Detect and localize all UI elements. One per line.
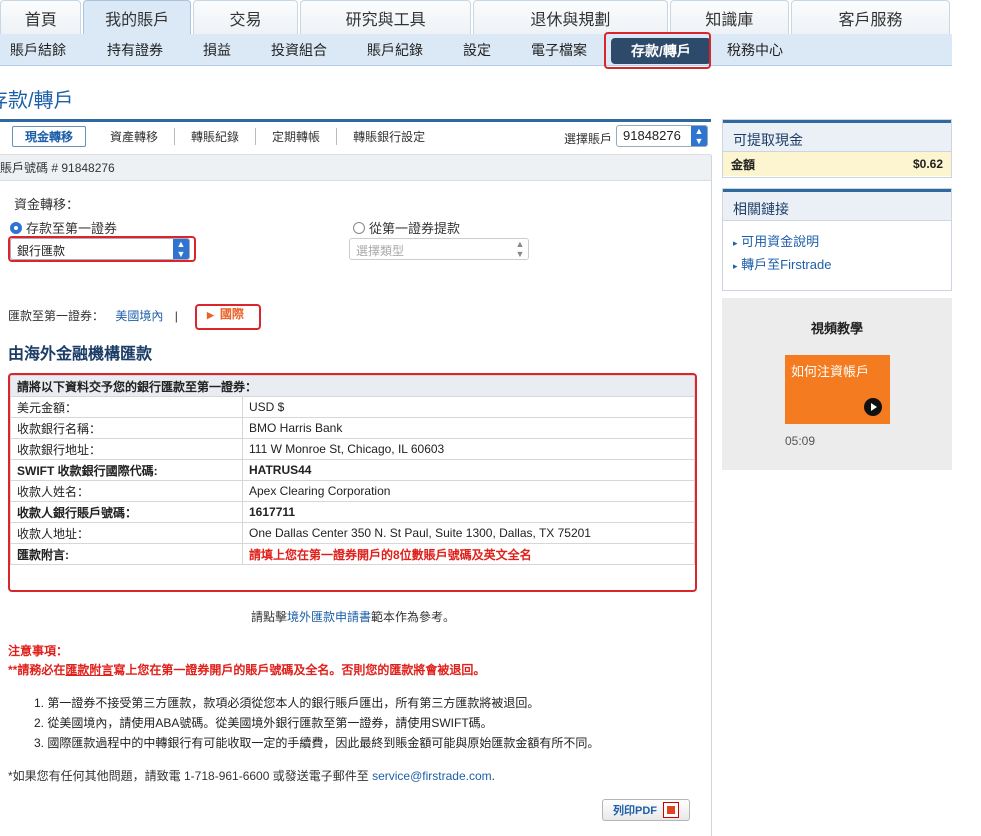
select-arrows-icon: ▲ ▼ — [691, 126, 707, 146]
transfer-tabs: 現金轉移 資產轉移 轉賬紀錄 定期轉帳 轉賬銀行設定 — [12, 125, 441, 147]
play-icon[interactable] — [864, 398, 882, 416]
tab-knowledge[interactable]: 知識庫 — [669, 0, 790, 34]
video-thumbnail[interactable]: 如何注資帳戶 — [785, 355, 890, 424]
subnav-edocs[interactable]: 電子檔案 — [531, 34, 587, 66]
video-title: 視頻教學 — [810, 321, 863, 336]
notes-title: 注意事項： — [8, 644, 69, 658]
withdraw-type-select: 選擇類型 ▲ ▼ — [349, 238, 529, 260]
wire-to-label: 匯款至第一證券： — [8, 309, 105, 323]
deposit-radio-label: 存款至第一證券 — [26, 221, 118, 236]
tab-label: 知識庫 — [705, 11, 754, 29]
wire-form-link[interactable]: 境外匯款申請書 — [287, 610, 371, 624]
deposit-radio[interactable]: 存款至第一證券 — [10, 218, 117, 237]
tab-retirement[interactable]: 退休與規劃 — [473, 0, 668, 34]
links-box-title: 相關鏈接 — [723, 189, 951, 221]
highlight-box — [604, 32, 711, 69]
domestic-link[interactable]: 美國境內 — [115, 309, 163, 323]
tab-label: 我的賬戶 — [105, 11, 170, 29]
list-item: 1. 第一證券不接受第三方匯款，款項必須從您本人的銀行賬戶匯出，所有第三方匯款將… — [34, 696, 540, 710]
reference-text: 請點擊境外匯款申請書範本作為參考。 — [251, 608, 455, 625]
tab-bank-settings[interactable]: 轉賬銀行設定 — [337, 128, 441, 145]
notes-warning: **請務必在匯款附言寫上您在第一證券開戶的賬戶號碼及全名。否則您的匯款將會被退回… — [8, 661, 485, 678]
panel-divider — [711, 155, 712, 836]
cash-box-title: 可提取現金 — [723, 120, 951, 152]
tab-recurring-transfer[interactable]: 定期轉帳 — [256, 127, 338, 145]
contact-text: *如果您有任何其他問題，請致電 1-718-961-6600 或發送電子郵件至 … — [8, 767, 495, 784]
contact-post: . — [491, 769, 495, 783]
tab-home[interactable]: 首頁 — [0, 0, 82, 34]
subnav-settings[interactable]: 設定 — [463, 34, 491, 66]
tab-transfer-history[interactable]: 轉賬紀錄 — [175, 127, 257, 145]
tab-cash-transfer[interactable]: 現金轉移 — [12, 125, 87, 147]
subnav-gainloss[interactable]: 損益 — [203, 34, 231, 66]
link-available-funds[interactable]: ▸ 可用資金說明 — [723, 229, 951, 252]
pdf-icon — [663, 802, 679, 818]
link-label: 轉戶至Firstrade — [741, 257, 832, 272]
account-select-value: 91848276 — [623, 128, 681, 143]
tab-label: 交易 — [229, 11, 262, 29]
account-number: 賬戶號碼 # 91848276 — [0, 161, 115, 175]
warning-em: 匯款附言 — [65, 663, 114, 677]
reference-post: 範本作為參考。 — [371, 610, 456, 624]
page-title: 存款/轉戶 — [0, 90, 74, 112]
separator: | — [174, 309, 178, 323]
subnav-portfolio[interactable]: 投資組合 — [271, 34, 327, 66]
video-thumb-text: 如何注資帳戶 — [791, 364, 870, 379]
funds-transfer-label: 資金轉移： — [14, 197, 80, 212]
print-pdf-label: 列印PDF — [613, 805, 657, 817]
highlight-box — [8, 373, 697, 592]
video-duration: 05:09 — [785, 434, 816, 448]
print-pdf-button[interactable]: 列印PDF — [602, 799, 690, 821]
tab-trade[interactable]: 交易 — [192, 0, 299, 34]
withdraw-radio-label: 從第一證券提款 — [369, 221, 461, 236]
link-transfer-to-firstrade[interactable]: ▸ 轉戶至Firstrade — [723, 252, 951, 275]
triangle-right-icon: ▸ — [733, 238, 738, 248]
tab-my-account[interactable]: 我的賬戶 — [83, 0, 191, 34]
withdraw-type-placeholder: 選擇類型 — [356, 244, 405, 258]
sub-nav: 賬戶結餘 持有證券 損益 投資組合 賬戶紀錄 設定 電子檔案 存款/轉戶 稅務中… — [0, 34, 952, 66]
warning-post: 寫上您在第一證券開戶的賬戶號碼及全名。否則您的匯款將會被退回。 — [113, 663, 486, 677]
section-heading: 由海外金融機構匯款 — [8, 346, 153, 363]
video-tutorial-panel: 視頻教學 如何注資帳戶 05:09 — [722, 298, 952, 470]
cash-label: 金額 — [731, 157, 756, 172]
wire-to-row: 匯款至第一證券： 美國境內 | — [8, 307, 178, 324]
account-number-bar: 賬戶號碼 # 91848276 — [0, 155, 711, 181]
radio-unselected-icon — [353, 222, 365, 234]
tab-label: 研究與工具 — [345, 11, 426, 29]
reference-pre: 請點擊 — [251, 610, 288, 624]
select-arrows-icon: ▲ ▼ — [512, 239, 528, 259]
tab-label: 退休與規劃 — [530, 11, 611, 29]
tab-label: 首頁 — [24, 11, 57, 29]
main-nav: 首頁 我的賬戶 交易 研究與工具 退休與規劃 知識庫 客戶服務 — [0, 0, 952, 34]
tab-asset-transfer[interactable]: 資產轉移 — [94, 127, 176, 145]
subnav-balances[interactable]: 賬戶結餘 — [10, 34, 66, 66]
highlight-box — [195, 304, 261, 330]
subnav-positions[interactable]: 持有證券 — [107, 34, 163, 66]
email-link[interactable]: service@firstrade.com — [372, 769, 492, 783]
link-label: 可用資金說明 — [741, 234, 820, 249]
triangle-right-icon: ▸ — [733, 261, 738, 271]
radio-selected-icon — [10, 222, 22, 234]
cash-available-box: 可提取現金 金額 $0.62 — [722, 119, 952, 178]
list-item: 2. 從美國境內，請使用ABA號碼。從美國境外銀行匯款至第一證券，請使用SWIF… — [34, 716, 493, 730]
withdraw-radio[interactable]: 從第一證券提款 — [353, 218, 460, 237]
cash-row: 金額 $0.62 — [723, 152, 951, 176]
tab-label: 客戶服務 — [838, 11, 903, 29]
cash-value: $0.62 — [912, 157, 943, 171]
contact-pre: *如果您有任何其他問題，請致電 1-718-961-6600 或發送電子郵件至 — [8, 769, 373, 783]
warning-pre: **請務必在 — [8, 663, 66, 677]
list-item: 3. 國際匯款過程中的中轉銀行有可能收取一定的手續費，因此最終到賬金額可能與原始… — [34, 736, 600, 750]
account-select[interactable]: 91848276 ▲ ▼ — [616, 125, 708, 147]
related-links-box: 相關鏈接 ▸ 可用資金說明 ▸ 轉戶至Firstrade — [722, 188, 952, 291]
tab-research[interactable]: 研究與工具 — [300, 0, 472, 34]
highlight-box — [8, 236, 196, 262]
subnav-history[interactable]: 賬戶紀錄 — [367, 34, 423, 66]
account-select-label: 選擇賬戶 — [564, 132, 613, 146]
subnav-tax-center[interactable]: 稅務中心 — [727, 34, 783, 66]
tab-customer-service[interactable]: 客戶服務 — [791, 0, 950, 34]
notes-list: 1. 第一證券不接受第三方匯款，款項必須從您本人的銀行賬戶匯出，所有第三方匯款將… — [34, 693, 599, 753]
